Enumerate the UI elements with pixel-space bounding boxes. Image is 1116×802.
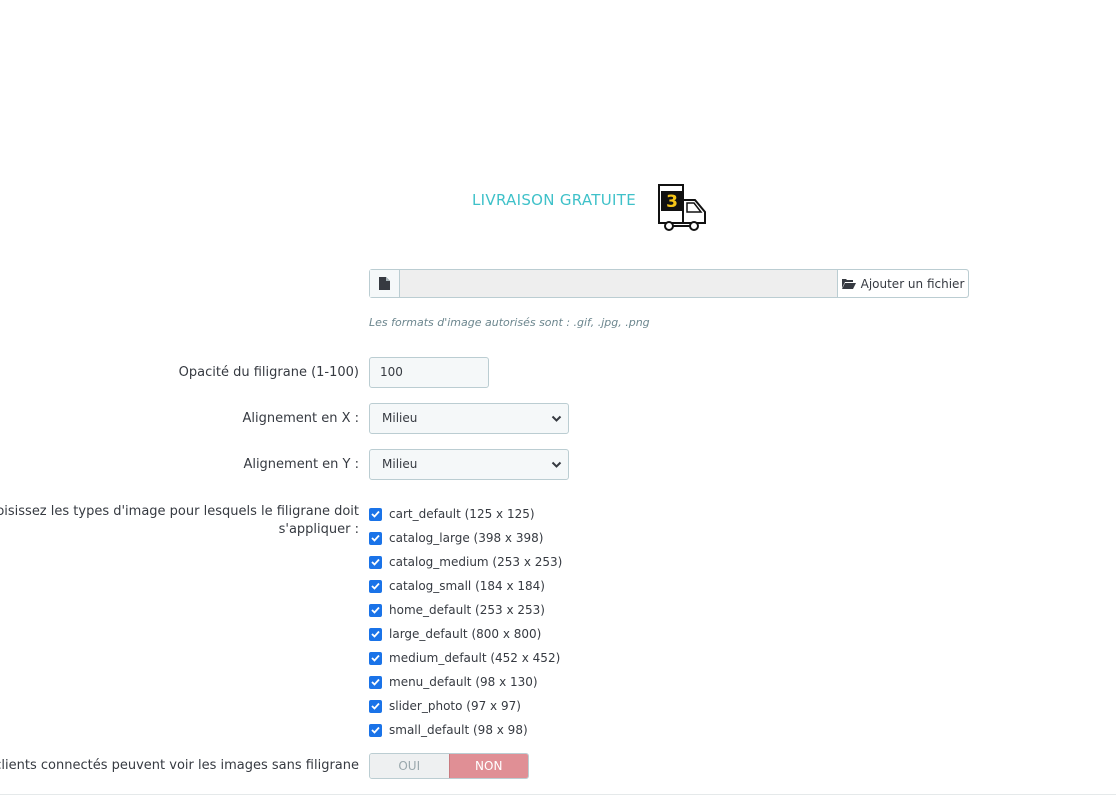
opacity-input[interactable]: 100 bbox=[369, 357, 489, 388]
watermark-file-input[interactable]: Ajouter un fichier bbox=[369, 269, 969, 298]
opacity-label: Opacité du filigrane (1-100) bbox=[178, 365, 359, 380]
checkbox-label: small_default (98 x 98) bbox=[389, 723, 528, 737]
checkbox-checked-icon[interactable] bbox=[369, 651, 382, 665]
file-icon bbox=[370, 270, 400, 297]
checkbox-item[interactable]: large_default (800 x 800) bbox=[369, 622, 562, 646]
checkbox-item[interactable]: catalog_small (184 x 184) bbox=[369, 574, 562, 598]
switch-option-non[interactable]: NON bbox=[448, 754, 528, 778]
chevron-down-icon bbox=[551, 415, 562, 422]
checkbox-label: menu_default (98 x 130) bbox=[389, 675, 538, 689]
logo-badge-letter: 3 bbox=[666, 192, 678, 212]
switch-option-oui[interactable]: OUI bbox=[370, 754, 449, 778]
checkbox-checked-icon[interactable] bbox=[369, 555, 382, 569]
align-y-label: Alignement en Y : bbox=[243, 457, 359, 472]
align-x-select[interactable]: Milieu bbox=[369, 403, 569, 434]
checkbox-checked-icon[interactable] bbox=[369, 675, 382, 689]
logged-clients-switch[interactable]: OUI NON bbox=[369, 753, 529, 779]
add-file-button[interactable]: Ajouter un fichier bbox=[837, 270, 968, 297]
checkbox-label: large_default (800 x 800) bbox=[389, 627, 542, 641]
chevron-down-icon bbox=[551, 461, 562, 468]
checkbox-label: medium_default (452 x 452) bbox=[389, 651, 561, 665]
checkbox-checked-icon[interactable] bbox=[369, 507, 382, 521]
image-types-checkbox-list: cart_default (125 x 125) catalog_large (… bbox=[369, 502, 562, 742]
checkbox-checked-icon[interactable] bbox=[369, 603, 382, 617]
checkbox-checked-icon[interactable] bbox=[369, 531, 382, 545]
watermark-settings-page: LIVRAISON GRATUITE 3 Ajouter un fichier … bbox=[0, 0, 1116, 802]
folder-open-icon bbox=[841, 279, 856, 289]
align-x-label: Alignement en X : bbox=[242, 411, 359, 426]
checkbox-label: cart_default (125 x 125) bbox=[389, 507, 535, 521]
watermark-preview-logo: LIVRAISON GRATUITE 3 bbox=[472, 182, 712, 238]
checkbox-checked-icon[interactable] bbox=[369, 579, 382, 593]
checkbox-label: home_default (253 x 253) bbox=[389, 603, 545, 617]
checkbox-item[interactable]: cart_default (125 x 125) bbox=[369, 502, 562, 526]
image-types-label: Choisissez les types d'image pour lesque… bbox=[0, 503, 359, 539]
image-types-label-line2: s'appliquer : bbox=[278, 522, 359, 537]
checkbox-item[interactable]: home_default (253 x 253) bbox=[369, 598, 562, 622]
logged-clients-label: Les clients connectés peuvent voir les i… bbox=[0, 758, 359, 773]
checkbox-item[interactable]: catalog_medium (253 x 253) bbox=[369, 550, 562, 574]
checkbox-item[interactable]: slider_photo (97 x 97) bbox=[369, 694, 562, 718]
checkbox-checked-icon[interactable] bbox=[369, 699, 382, 713]
add-file-button-label: Ajouter un fichier bbox=[860, 276, 965, 291]
file-format-help: Les formats d'image autorisés sont : .gi… bbox=[369, 316, 650, 329]
checkbox-item[interactable]: small_default (98 x 98) bbox=[369, 718, 562, 742]
align-x-value: Milieu bbox=[382, 411, 418, 425]
image-types-label-line1: Choisissez les types d'image pour lesque… bbox=[0, 504, 359, 519]
checkbox-item[interactable]: catalog_large (398 x 398) bbox=[369, 526, 562, 550]
checkbox-label: catalog_small (184 x 184) bbox=[389, 579, 545, 593]
divider bbox=[0, 794, 1116, 795]
checkbox-label: slider_photo (97 x 97) bbox=[389, 699, 521, 713]
align-y-value: Milieu bbox=[382, 457, 418, 471]
logo-text: LIVRAISON GRATUITE bbox=[472, 191, 636, 209]
checkbox-checked-icon[interactable] bbox=[369, 627, 382, 641]
file-name-display[interactable] bbox=[400, 270, 836, 297]
checkbox-item[interactable]: menu_default (98 x 130) bbox=[369, 670, 562, 694]
checkbox-label: catalog_medium (253 x 253) bbox=[389, 555, 563, 569]
checkbox-item[interactable]: medium_default (452 x 452) bbox=[369, 646, 562, 670]
checkbox-label: catalog_large (398 x 398) bbox=[389, 531, 544, 545]
align-y-select[interactable]: Milieu bbox=[369, 449, 569, 480]
checkbox-checked-icon[interactable] bbox=[369, 723, 382, 737]
truck-icon: 3 bbox=[658, 184, 706, 231]
